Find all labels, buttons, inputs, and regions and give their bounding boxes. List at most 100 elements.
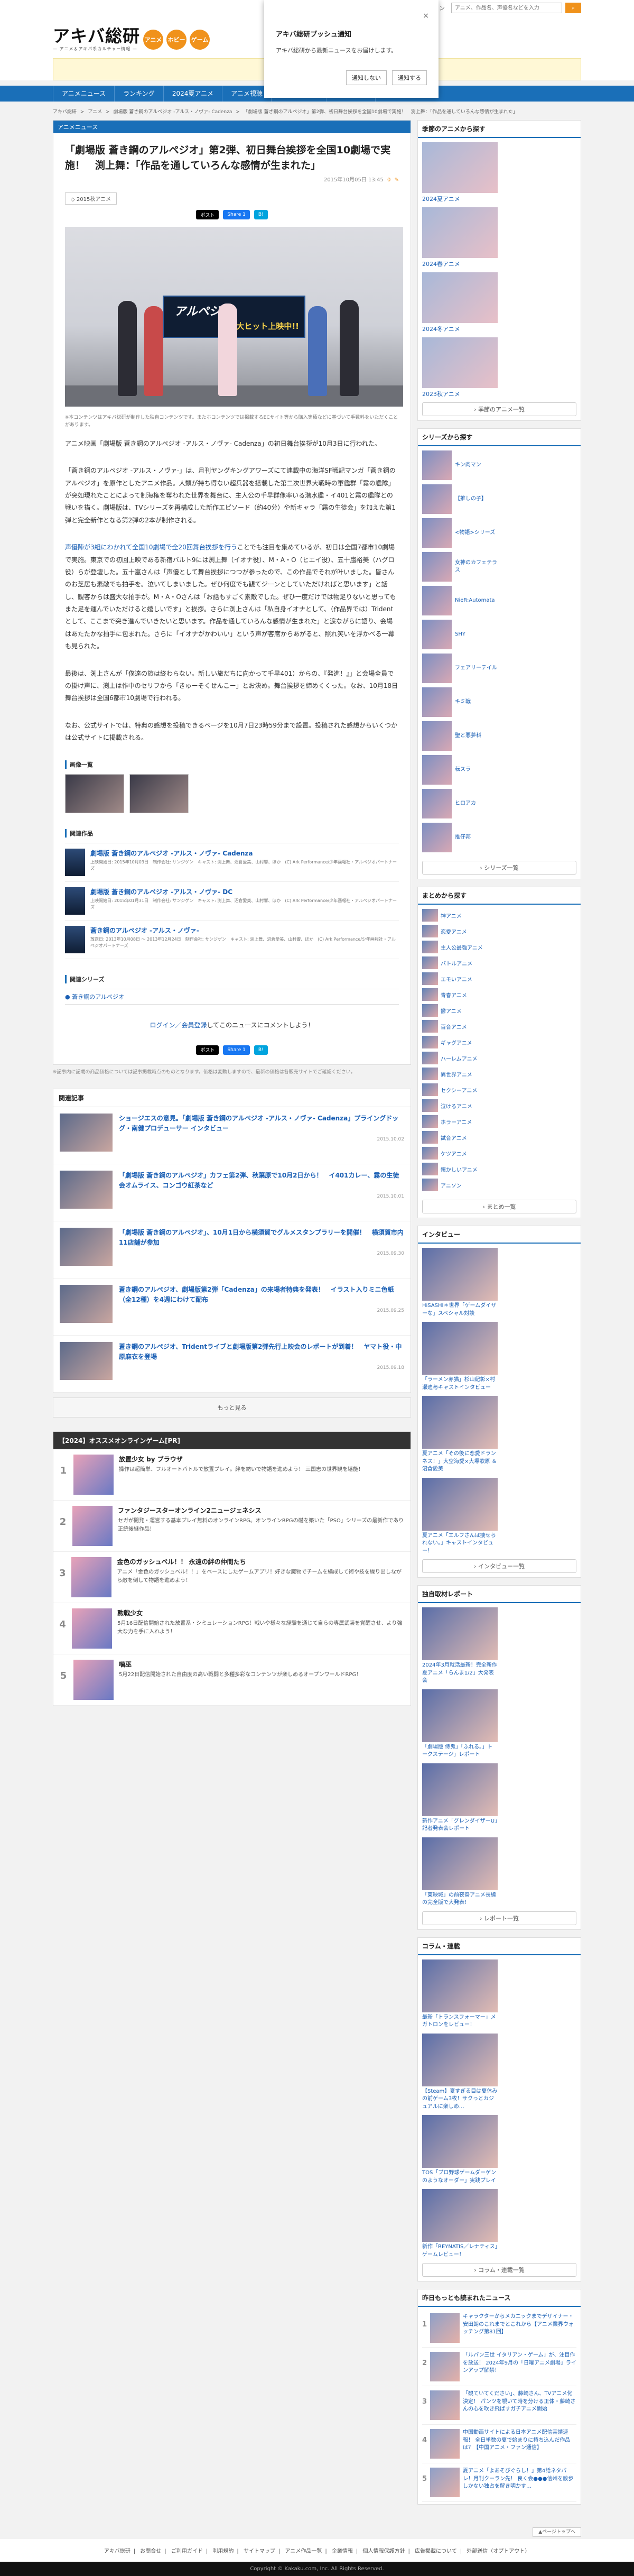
series-item[interactable]: キン肉マン: [422, 450, 498, 480]
nav-anime-news[interactable]: アニメニュース: [53, 86, 115, 102]
matome-item[interactable]: ギャグアニメ: [422, 1036, 498, 1048]
series-thumbnail[interactable]: [422, 586, 452, 615]
hatena-bookmark-button[interactable]: B!: [254, 1045, 268, 1055]
season-item[interactable]: 2024夏アニメ: [422, 142, 498, 203]
related-article[interactable]: 「劇場版 蒼き鋼のアルペジオ」、10月1日から横須賀でグルメスタンプラリーを開催…: [53, 1221, 411, 1278]
footer-link[interactable]: 外部送信（オプトアウト）: [467, 2549, 530, 2554]
series-label[interactable]: 【推しの子】: [455, 495, 487, 503]
work-title[interactable]: 劇場版 蒼き鋼のアルペジオ -アルス・ノヴァ- DC: [90, 887, 399, 896]
footer-link[interactable]: 個人情報保護方針: [362, 2549, 405, 2554]
report-item[interactable]: 「東映城」の前夜祭アニメ長編の完全版で大発表！: [422, 1837, 498, 1907]
ranking-thumbnail[interactable]: [430, 2468, 460, 2497]
game-name[interactable]: 勲戦少女: [117, 1608, 405, 1617]
game-name[interactable]: 放置少女 by ブラウザ: [119, 1455, 363, 1464]
work-title[interactable]: 劇場版 蒼き鋼のアルペジオ -アルス・ノヴァ- Cadenza: [90, 849, 399, 858]
series-thumbnail[interactable]: [422, 755, 452, 785]
matome-item[interactable]: ハーレムアニメ: [422, 1052, 498, 1064]
matome-item[interactable]: アニソン: [422, 1179, 498, 1191]
work-thumbnail[interactable]: [65, 925, 85, 953]
matome-item[interactable]: 百合アニメ: [422, 1020, 498, 1033]
series-more-button[interactable]: › シリーズ一覧: [422, 861, 576, 875]
game-item[interactable]: 2 ファンタジースターオンライン2ニュージェネシス セガが開発・運営する基本プレイ無…: [53, 1501, 411, 1552]
season-label[interactable]: 2024夏アニメ: [422, 195, 498, 203]
matome-label[interactable]: ケツアニメ: [441, 1149, 467, 1157]
matome-item[interactable]: 恋愛アニメ: [422, 925, 498, 937]
series-label[interactable]: SHY: [455, 631, 465, 638]
column-label[interactable]: 最新「トランスフォーマー」メガトロンをレビュー！: [422, 2014, 498, 2029]
game-item[interactable]: 4 勲戦少女 5月16日配信開始された放置系・シミュレーションRPG！戦いや様々な経…: [53, 1603, 411, 1654]
more-related-button[interactable]: もっと見る: [53, 1397, 411, 1418]
matome-item[interactable]: セクシーアニメ: [422, 1083, 498, 1096]
work-thumbnail[interactable]: [65, 887, 85, 915]
matome-label[interactable]: 鬱アニメ: [441, 1007, 462, 1015]
matome-thumbnail[interactable]: [422, 1147, 438, 1160]
gallery-thumbnail[interactable]: [129, 774, 189, 813]
series-thumbnail[interactable]: [422, 789, 452, 818]
report-more-button[interactable]: › レポート一覧: [422, 1911, 576, 1925]
series-item[interactable]: キミ戦: [422, 687, 498, 717]
series-link[interactable]: ● 蒼き鋼のアルペジオ: [65, 988, 399, 1005]
related-title[interactable]: 蒼き鋼のアルペジオ、劇場版第2弾「Cadenza」の来場者特典を発表！ イラスト…: [119, 1285, 404, 1305]
game-thumbnail[interactable]: [73, 1454, 114, 1495]
game-name[interactable]: 金色のガッシュベル！！ 永遠の絆の仲間たち: [117, 1557, 405, 1566]
ranking-item[interactable]: 4 中国動画サイトによる日本アニメ配信実績速報！ 全日単数の夏で始まりに持ち込んだ…: [422, 2425, 576, 2463]
matome-thumbnail[interactable]: [422, 1052, 438, 1064]
matome-thumbnail[interactable]: [422, 1004, 438, 1017]
report-label[interactable]: 「劇場版 侍鬼」「ふれる。」トークステージ」レポート: [422, 1744, 498, 1759]
series-item[interactable]: 聖と悪夢科: [422, 721, 498, 751]
matome-label[interactable]: 試合アニメ: [441, 1134, 467, 1142]
related-thumbnail[interactable]: [60, 1113, 113, 1152]
stage-greeting-link[interactable]: 声優陣が3組にわかれて全国10劇場で全20回舞台挨拶を行う: [65, 544, 237, 551]
series-item[interactable]: 女神のカフェテラス: [422, 552, 498, 582]
series-thumbnail[interactable]: [422, 552, 452, 582]
column-label[interactable]: 【Steam】夏すぎる目は夏休みの前ゲーム3枚！サクっとカジュアルに楽しめ…: [422, 2088, 498, 2111]
column-thumbnail[interactable]: [422, 1959, 498, 2012]
related-thumbnail[interactable]: [60, 1227, 113, 1266]
report-thumbnail[interactable]: [422, 1689, 498, 1742]
nav-summer-anime[interactable]: 2024夏アニメ: [164, 86, 223, 102]
work-thumbnail[interactable]: [65, 848, 85, 876]
interview-item[interactable]: 夏アニメ「エルフさんは痩せられない。」キャストインタビュー！: [422, 1477, 498, 1556]
series-item[interactable]: 【推しの子】: [422, 484, 498, 514]
season-more-button[interactable]: › 季節のアニメ一覧: [422, 402, 576, 416]
deny-notification-button[interactable]: 通知しない: [346, 70, 387, 85]
matome-label[interactable]: バトルアニメ: [441, 959, 472, 967]
game-item[interactable]: 5 噛巫 5月22日配信開始された自由度の高い戦闘と多種多彩なコンテンツが楽しめるオ…: [53, 1654, 411, 1706]
column-thumbnail[interactable]: [422, 2033, 498, 2086]
interview-item[interactable]: HiSASHI＊世界「ゲームダイザーな」スペシャル対談: [422, 1248, 498, 1318]
season-thumbnail[interactable]: [422, 337, 498, 388]
matome-label[interactable]: 恋愛アニメ: [441, 927, 467, 935]
season-thumbnail[interactable]: [422, 272, 498, 323]
ranking-thumbnail[interactable]: [430, 2352, 460, 2381]
matome-thumbnail[interactable]: [422, 925, 438, 937]
related-article[interactable]: 蒼き鋼のアルペジオ、劇場版第2弾「Cadenza」の来場者特典を発表！ イラスト…: [53, 1278, 411, 1336]
ranking-item[interactable]: 2 「ルパン三世 イタリアン・ゲーム」が、注目作を放送！ 2024年9月の「日曜ア…: [422, 2348, 576, 2386]
series-label[interactable]: フェアリーテイル: [455, 665, 497, 672]
related-title[interactable]: ショージエスの意見。「劇場版 蒼き鋼のアルペジオ -アルス・ノヴァ- Caden…: [119, 1114, 404, 1134]
footer-link[interactable]: 利用規約: [212, 2549, 234, 2554]
series-label[interactable]: ヒロアカ: [455, 800, 476, 807]
hero-image[interactable]: アルペジオ 大ヒット上映中!!: [65, 227, 403, 407]
game-thumbnail[interactable]: [71, 1557, 112, 1597]
matome-label[interactable]: ギャグアニメ: [441, 1038, 472, 1046]
series-label[interactable]: 転スラ: [455, 766, 471, 774]
matome-thumbnail[interactable]: [422, 1163, 438, 1175]
series-item[interactable]: NieR:Automata: [422, 586, 498, 615]
hatena-bookmark-button[interactable]: B!: [254, 210, 268, 219]
series-label[interactable]: 推仔邦: [455, 834, 471, 841]
footer-link[interactable]: 企業情報: [332, 2549, 353, 2554]
footer-link[interactable]: 広告掲載について: [415, 2549, 457, 2554]
matome-thumbnail[interactable]: [422, 1083, 438, 1096]
game-thumbnail[interactable]: [73, 1659, 114, 1700]
footer-link[interactable]: ご利用ガイド: [171, 2549, 203, 2554]
gallery-thumbnail[interactable]: [65, 774, 124, 813]
series-thumbnail[interactable]: [422, 721, 452, 751]
matome-label[interactable]: エモいアニメ: [441, 975, 472, 983]
series-thumbnail[interactable]: [422, 518, 452, 548]
related-thumbnail[interactable]: [60, 1341, 113, 1380]
matome-label[interactable]: アニソン: [441, 1181, 462, 1189]
series-label[interactable]: 女神のカフェテラス: [455, 559, 498, 574]
comment-count[interactable]: 0: [387, 177, 390, 183]
season-label[interactable]: 2024春アニメ: [422, 260, 498, 268]
game-name[interactable]: ファンタジースターオンライン2ニュージェネシス: [118, 1506, 405, 1515]
